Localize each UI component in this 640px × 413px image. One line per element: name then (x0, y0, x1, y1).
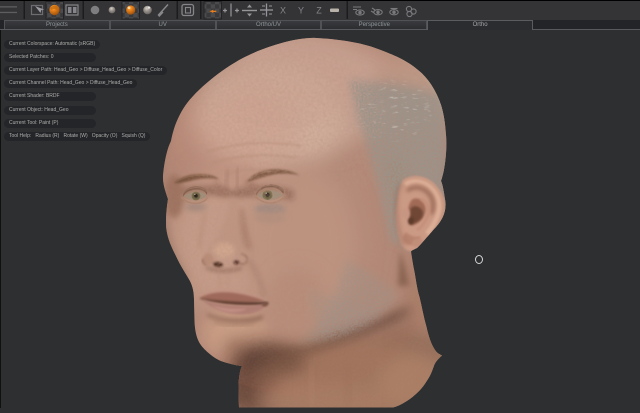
svg-text:Y: Y (298, 6, 304, 16)
svg-text:X: X (280, 6, 286, 16)
svg-text:Z: Z (316, 6, 322, 16)
